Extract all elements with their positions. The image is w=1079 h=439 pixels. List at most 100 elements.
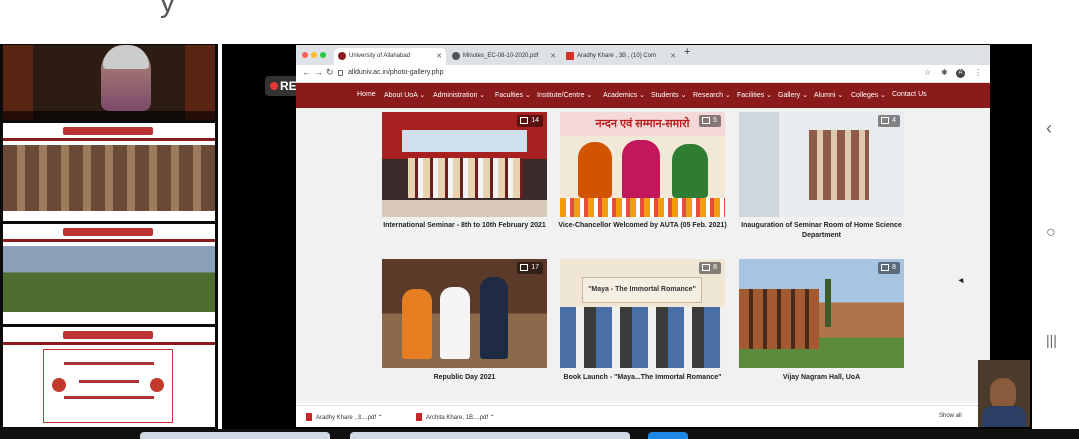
minimize-window-icon[interactable] [311, 52, 317, 58]
gallery-caption[interactable]: Book Launch - "Maya...The Immortal Roman… [555, 373, 730, 383]
nav-contact[interactable]: Contact Us [892, 91, 927, 98]
nav-home[interactable]: Home [357, 91, 376, 98]
participant-hair [103, 45, 149, 69]
photo-count: 8 [713, 264, 717, 271]
reload-icon[interactable]: ↻ [326, 67, 334, 78]
nav-administration[interactable]: Administration ⌄ [433, 91, 485, 99]
lock-icon [338, 70, 343, 76]
close-tab-icon[interactable]: ✕ [550, 48, 556, 65]
flower-icon [150, 378, 164, 392]
gallery-caption[interactable]: Vice-Chancellor Welcomed by AUTA (05 Feb… [555, 221, 730, 231]
bookmark-star-icon[interactable]: ☆ [924, 68, 931, 77]
maximize-window-icon[interactable] [320, 52, 326, 58]
photo-count: 4 [892, 117, 896, 124]
close-tab-icon[interactable]: ✕ [670, 48, 676, 65]
tab-gmail[interactable]: Aradhy Khare , 3B , (10) Com ✕ [562, 48, 680, 65]
nav-alumni[interactable]: Alumni ⌄ [814, 91, 843, 99]
presenter-video[interactable] [978, 360, 1030, 427]
gallery-photo-book-launch[interactable]: "Maya - The Immortal Romance" 8 [560, 259, 725, 368]
gallery-caption[interactable]: Vijay Nagram Hall, UoA [734, 373, 909, 383]
download-name: Aradhy Khare , 3....pdf [316, 415, 377, 421]
show-all-downloads-button[interactable]: Show all [939, 413, 962, 419]
arched-corridor [739, 289, 819, 349]
person-saffron [402, 289, 432, 359]
photo-count-badge: 8 [699, 262, 721, 274]
photo-count: 17 [531, 264, 539, 271]
close-tab-icon[interactable]: ✕ [436, 48, 442, 65]
globe-icon [452, 52, 460, 60]
cert-line [64, 396, 154, 399]
close-window-icon[interactable] [302, 52, 308, 58]
url-field[interactable]: allduniv.ac.in/photo-gallery.php [348, 69, 443, 76]
nav-colleges[interactable]: Colleges ⌄ [851, 91, 886, 99]
extensions-icon[interactable]: ✱ [941, 68, 948, 77]
gallery-caption[interactable]: Inauguration of Seminar Room of Home Sci… [734, 221, 909, 241]
nav-facilities[interactable]: Facilities ⌄ [737, 91, 772, 99]
nav-about[interactable]: About UoA ⌄ [384, 91, 425, 99]
photos-icon [881, 264, 890, 271]
home-circle-icon[interactable]: ○ [1046, 224, 1056, 242]
tab-minutes[interactable]: Minutes_EC-08-10-2020.pdf ✕ [448, 48, 560, 65]
mini-arch-image [3, 145, 215, 211]
photo-count-badge: 8 [878, 262, 900, 274]
new-tab-button[interactable]: + [684, 46, 690, 58]
photo-count-badge: 17 [517, 262, 543, 274]
cert-line [64, 362, 154, 365]
back-arrow-icon[interactable]: ← [302, 67, 311, 77]
nav-research[interactable]: Research ⌄ [693, 91, 731, 99]
people-row [560, 307, 725, 368]
top-glyph: y [160, 0, 175, 19]
nav-institute[interactable]: Institute/Centre ⌄ [537, 91, 592, 99]
photos-icon [702, 117, 711, 124]
person-white [440, 287, 470, 359]
presenter-body [982, 406, 1026, 427]
participant-video-2[interactable] [3, 123, 215, 221]
profile-avatar[interactable]: A [956, 69, 965, 78]
book-banner: "Maya - The Immortal Romance" [582, 277, 702, 303]
gallery-caption[interactable]: Republic Day 2021 [377, 373, 552, 383]
forward-arrow-icon[interactable]: → [314, 67, 323, 77]
mini-parade-image [3, 246, 215, 312]
participant-video-4[interactable] [3, 327, 215, 427]
bottom-toolbar-segment [350, 432, 630, 439]
browser-menu-icon[interactable]: ⋮ [974, 68, 982, 77]
stage-floor [382, 200, 547, 217]
tab-bar: University of Allahabad ✕ Minutes_EC-08-… [296, 45, 990, 65]
people-group [809, 130, 869, 200]
gallery-photo-seminar[interactable]: 14 [382, 112, 547, 217]
participant-video-3[interactable] [3, 224, 215, 324]
address-bar: ← → ↻ allduniv.ac.in/photo-gallery.php ☆… [296, 65, 990, 83]
gallery-photo-republic-day[interactable]: 17 [382, 259, 547, 368]
curtain-left [3, 45, 33, 120]
gallery-photo-nagram-hall[interactable]: 8 [739, 259, 904, 368]
gallery-photo-vc[interactable]: नन्दन एवं सम्मान-समारो 5 [560, 112, 725, 217]
photo-count: 8 [892, 264, 896, 271]
pdf-icon [416, 413, 422, 421]
photo-count-badge: 14 [517, 115, 543, 127]
gallery-photo-inauguration[interactable]: 4 [739, 112, 904, 217]
photo-count: 14 [531, 117, 539, 124]
nav-faculties[interactable]: Faculties ⌄ [495, 91, 531, 99]
back-chevron-icon[interactable]: ‹ [1046, 118, 1052, 139]
person-center [622, 140, 660, 200]
nav-students[interactable]: Students ⌄ [651, 91, 686, 99]
photo-count-badge: 4 [878, 115, 900, 127]
download-item[interactable]: Aradhy Khare , 3....pdf ⌃ [306, 413, 383, 421]
nav-gallery[interactable]: Gallery ⌄ [778, 91, 808, 99]
mini-certificate [43, 349, 173, 423]
participant-panel [0, 44, 218, 429]
mini-logo [63, 228, 153, 236]
palm-tree [825, 279, 831, 327]
tab-university[interactable]: University of Allahabad ✕ [334, 48, 446, 65]
mini-site-header [3, 123, 215, 141]
door-frame [739, 112, 779, 217]
mini-site-header [3, 327, 215, 345]
recent-apps-icon[interactable]: ||| [1046, 332, 1057, 348]
gallery-caption[interactable]: International Seminar - 8th to 10th Febr… [377, 221, 552, 231]
nav-academics[interactable]: Academics ⌄ [603, 91, 645, 99]
person-left [578, 142, 612, 198]
download-item[interactable]: Archita Khare, 1B....pdf ⌃ [416, 413, 495, 421]
bottom-toolbar-button[interactable] [648, 432, 688, 439]
participant-video-1[interactable] [3, 45, 215, 120]
photos-icon [520, 117, 529, 124]
